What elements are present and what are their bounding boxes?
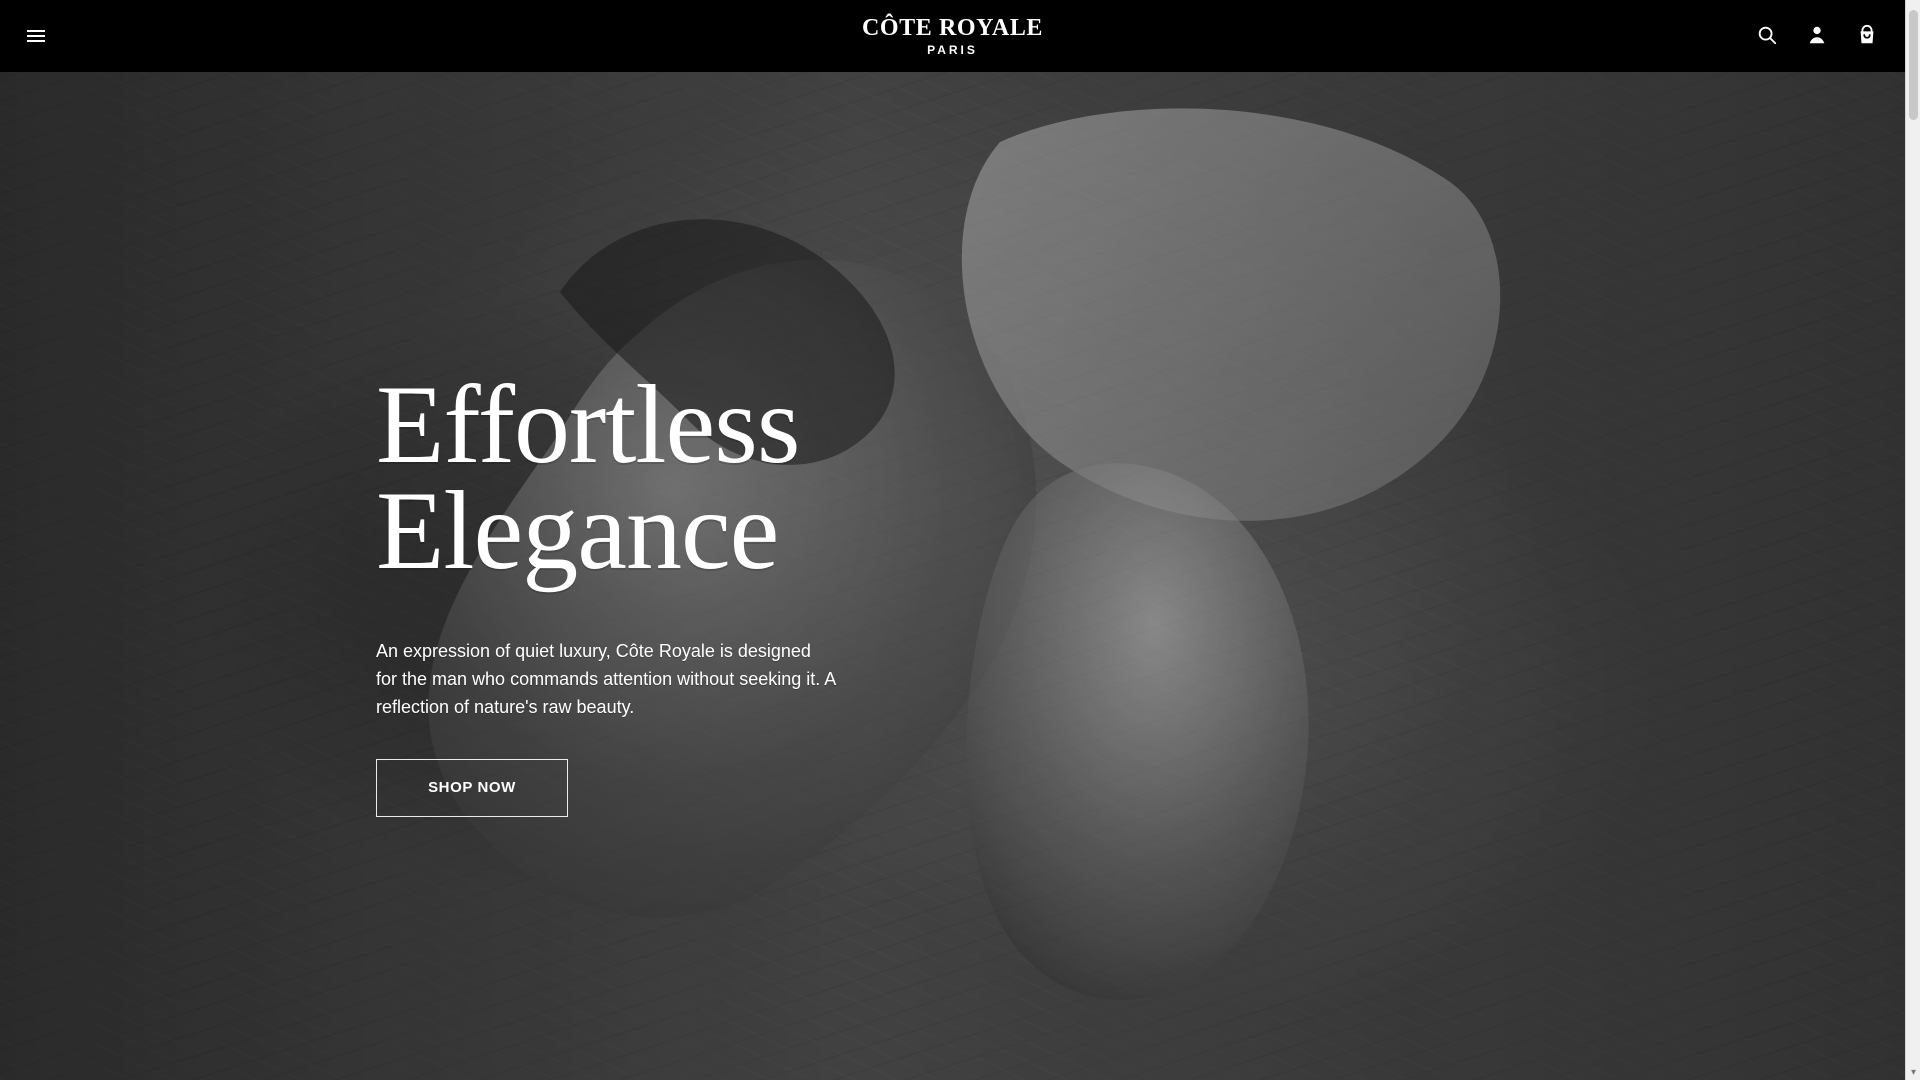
cart-button[interactable] xyxy=(1855,23,1879,47)
brand-name: CÔTE ROYALE xyxy=(861,15,1044,41)
hero-title: Effortless Elegance xyxy=(376,363,896,594)
top-navigation-bar: CÔTE ROYALE PARIS xyxy=(0,0,1905,72)
account-button[interactable] xyxy=(1805,23,1829,47)
hero-description: An expression of quiet luxury, Côte Roya… xyxy=(376,640,836,717)
hero-content: Effortless Elegance An expression of qui… xyxy=(376,363,896,817)
search-button[interactable] xyxy=(1755,23,1779,47)
brand-logo[interactable]: CÔTE ROYALE PARIS xyxy=(862,16,1043,56)
hero-title-line-2: Elegance xyxy=(376,469,779,594)
hamburger-menu-button[interactable] xyxy=(26,26,46,46)
shop-now-button[interactable]: SHOP NOW xyxy=(376,758,568,817)
hero-title-line-1: Effortless xyxy=(376,363,800,487)
scrollbar-thumb[interactable] xyxy=(1909,10,1918,120)
bag-icon xyxy=(1860,24,1874,44)
page-viewport: CÔTE ROYALE PARIS Effortless Elegance An… xyxy=(0,0,1905,1080)
brand-subtitle: PARIS xyxy=(927,43,978,57)
hero-photo xyxy=(0,72,1905,1080)
header-actions xyxy=(1755,23,1879,47)
hero-section: Effortless Elegance An expression of qui… xyxy=(0,72,1905,1080)
search-icon xyxy=(1758,26,1777,45)
user-icon xyxy=(1809,26,1825,44)
scroll-down-arrow-icon[interactable]: ▾ xyxy=(1908,1067,1919,1078)
menu-icon xyxy=(27,30,45,42)
vertical-scrollbar[interactable]: ▾ xyxy=(1905,0,1920,1080)
